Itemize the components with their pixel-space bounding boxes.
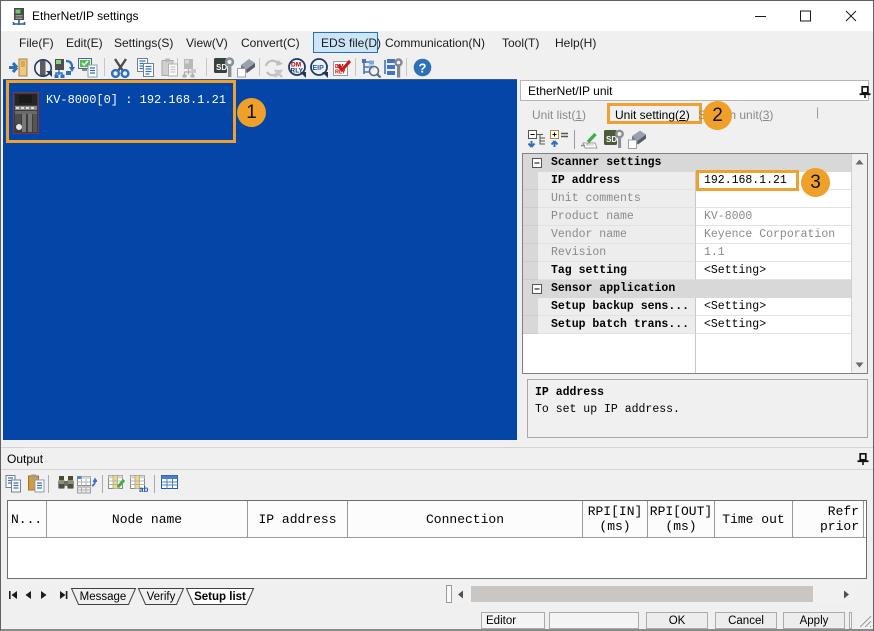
svg-text:Verify: Verify (147, 591, 176, 603)
svg-text:ab: ab (139, 485, 148, 494)
svg-text:EIP: EIP (313, 65, 325, 72)
svg-text:?: ? (419, 61, 427, 76)
svg-text:Message: Message (80, 591, 127, 603)
svg-text:Setup list: Setup list (194, 591, 246, 603)
svg-text:SD: SD (606, 135, 617, 144)
